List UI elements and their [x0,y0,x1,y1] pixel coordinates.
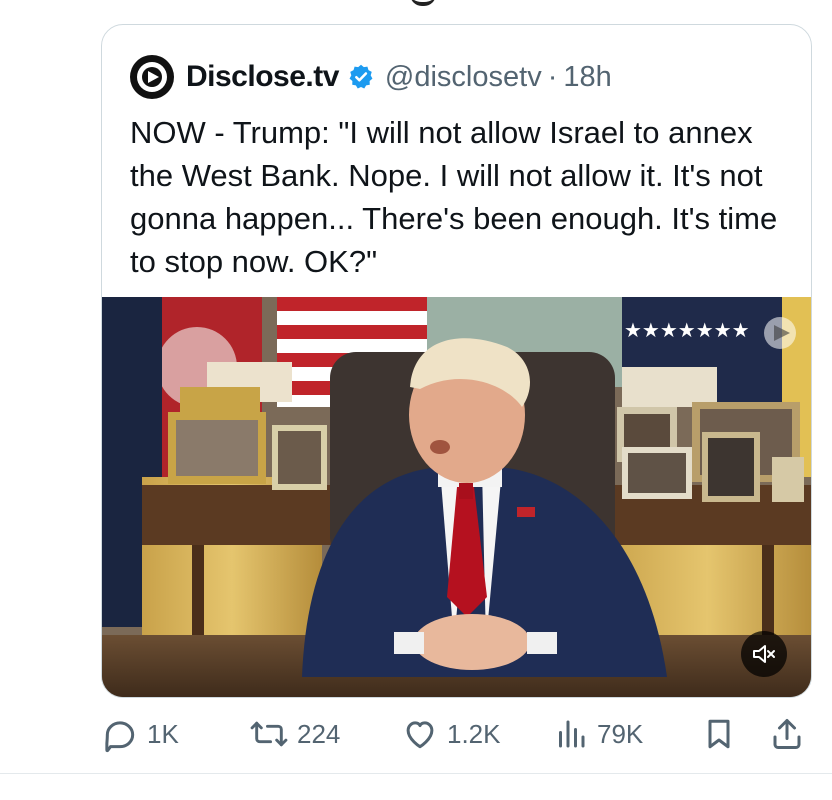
svg-text:★★★★★★★: ★★★★★★★ [624,318,750,342]
reply-button[interactable]: 1K [101,712,179,756]
display-name[interactable]: Disclose.tv [186,60,339,94]
views-button[interactable]: 79K [553,712,643,756]
repost-icon [250,721,288,747]
repost-count: 224 [297,718,341,749]
mute-button[interactable] [741,631,787,677]
video-frame: ★★★★★★★ [102,297,811,697]
speaker-muted-icon [753,645,775,663]
like-button[interactable]: 1.2K [401,712,501,756]
verified-badge-icon [347,63,375,91]
separator-dot: · [547,60,558,93]
clipped-glyph [410,0,436,6]
avatar[interactable] [130,55,174,99]
quoted-post[interactable]: Disclose.tv @disclosetv · 18h NOW - Trum… [101,24,812,698]
disclose-logo-icon [137,62,167,92]
action-bar: 1K 224 1.2K 79K [101,712,812,756]
views-chart-icon [559,720,585,748]
heart-icon [406,721,434,749]
quoted-post-text: NOW - Trump: "I will not allow Israel to… [130,115,778,279]
timestamp[interactable]: 18h [563,61,611,94]
bookmark-button[interactable] [701,712,745,756]
reply-count: 1K [147,718,179,749]
like-count: 1.2K [447,718,501,749]
post-divider [0,773,832,774]
views-count: 79K [597,718,644,749]
share-button[interactable] [769,712,813,756]
repost-button[interactable]: 224 [249,712,340,756]
video-player[interactable]: ★★★★★★★ [102,297,811,697]
reply-icon [105,721,135,753]
share-icon [773,719,801,749]
quoted-post-header: Disclose.tv @disclosetv · 18h [130,55,612,99]
handle[interactable]: @disclosetv [385,61,542,94]
disclose-watermark-icon [764,317,796,349]
bookmark-icon [708,719,730,749]
